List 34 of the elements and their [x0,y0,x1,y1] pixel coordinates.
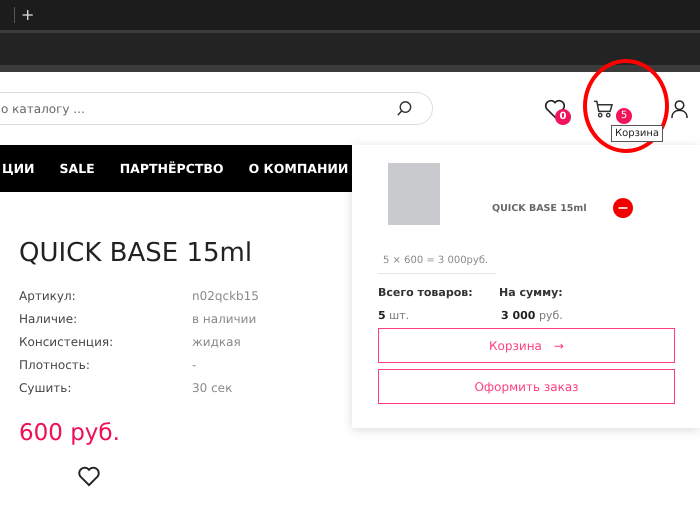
spec-label: Артикул: [19,289,77,303]
product-title: QUICK BASE 15ml [19,238,252,268]
photo-placeholder [388,163,440,225]
spec-label: Плотность: [19,358,91,372]
spec-value: n02qckb15 [192,289,259,303]
spec-label: Наличие: [19,312,78,326]
tooltip: Корзина [611,124,664,142]
product-price: 600 руб. [19,420,121,446]
cart-item-name: QUICK BASE 15ml [492,202,587,214]
search-icon[interactable] [396,100,413,117]
sum-label: На сумму: [499,286,564,299]
spec-value: - [192,358,196,372]
spec-label: Сушить: [19,381,72,395]
cart-item-calc: 5 × 600 = 3 000руб. [378,255,496,274]
spec-value: жидкая [192,335,241,349]
sum-value: 3 000 руб. [501,309,564,322]
search-field[interactable]: о каталогу ... [0,92,433,125]
cart-count: 5 [616,108,632,124]
user-icon[interactable] [671,98,688,118]
nav-link[interactable]: ПАРТНЁРСТВО [120,161,224,176]
new-tab-button[interactable]: + [14,7,34,23]
total-items-label: Всего товаров: [378,286,474,299]
nav-link[interactable]: О КОМПАНИИ [248,161,348,176]
spec-value: в наличии [192,312,256,326]
wishlist-count: 0 [555,108,571,124]
total-items-value: 5 шт. [378,309,410,322]
heart-icon[interactable] [544,98,566,118]
cart-icon[interactable] [593,100,614,118]
nav-link[interactable]: SALE [60,161,95,176]
nav-link[interactable]: ЦИИ [2,161,35,176]
spec-value: 30 сек [192,381,232,395]
heart-icon[interactable] [77,466,101,487]
remove-icon[interactable] [612,198,633,218]
spec-label: Консистенция: [19,335,114,349]
